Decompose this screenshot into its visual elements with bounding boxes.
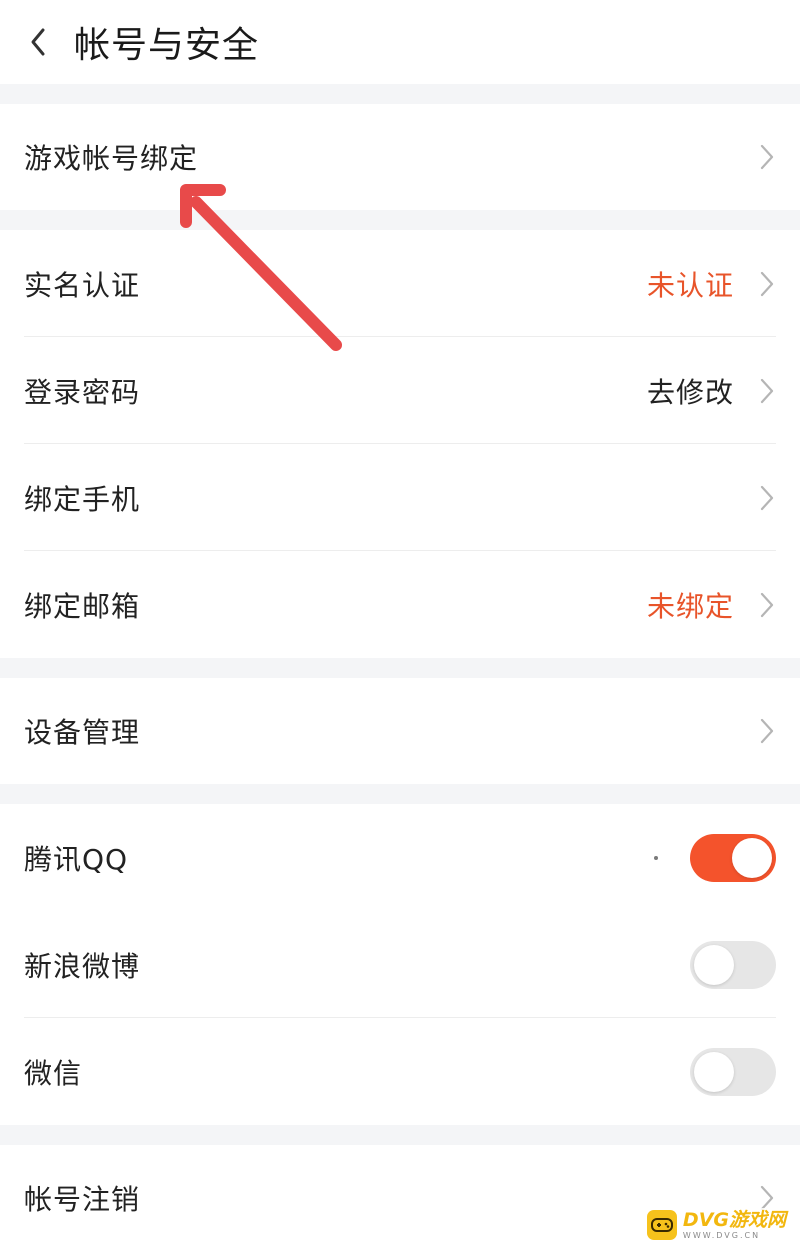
security-group: 实名认证 未认证 登录密码 去修改 绑定手机 绑定邮箱 未绑定 [0, 230, 800, 658]
chevron-right-icon [758, 376, 776, 406]
bind-phone-label: 绑定手机 [24, 482, 141, 516]
account-security-page: 帐号与安全 游戏帐号绑定 实名认证 未认证 登录密码 去修改 绑定手机 绑定邮箱… [0, 0, 800, 1252]
gamepad-icon [646, 1210, 677, 1240]
back-button[interactable] [22, 22, 54, 62]
top-bar: 帐号与安全 [0, 0, 800, 84]
watermark: DVG游戏网 WWW.DVG.CN [640, 1208, 792, 1242]
toggle-knob [694, 944, 734, 985]
bind-email-status: 未绑定 [646, 589, 734, 623]
qq-binding-row: 腾讯QQ [0, 804, 800, 911]
device-management-label: 设备管理 [24, 716, 141, 749]
realname-verify-row[interactable]: 实名认证 未认证 [0, 230, 800, 337]
game-account-binding-label: 游戏帐号绑定 [24, 142, 199, 175]
realname-status: 未认证 [646, 268, 734, 302]
page-title: 帐号与安全 [74, 25, 260, 66]
watermark-sub: WWW.DVG.CN [682, 1230, 761, 1240]
section-gap [0, 784, 800, 804]
weibo-toggle[interactable] [690, 940, 776, 989]
login-password-action: 去修改 [646, 375, 734, 409]
watermark-text: DVG游戏网 WWW.DVG.CN [682, 1208, 786, 1240]
chevron-right-icon [758, 590, 776, 620]
chevron-left-icon [31, 28, 45, 56]
login-password-row[interactable]: 登录密码 去修改 [0, 337, 800, 444]
chevron-right-icon [758, 716, 776, 746]
device-group: 设备管理 [0, 678, 800, 784]
game-binding-group: 游戏帐号绑定 [0, 104, 800, 210]
bind-email-label: 绑定邮箱 [24, 589, 141, 623]
dot-indicator [654, 855, 658, 860]
social-group: 腾讯QQ 新浪微博 微信 [0, 804, 800, 1125]
bind-phone-row[interactable]: 绑定手机 [0, 444, 800, 551]
wechat-label: 微信 [24, 1056, 83, 1090]
game-account-binding-row[interactable]: 游戏帐号绑定 [0, 104, 800, 210]
bind-email-row[interactable]: 绑定邮箱 未绑定 [0, 551, 800, 658]
section-gap [0, 658, 800, 678]
qq-toggle[interactable] [690, 833, 776, 882]
weibo-label: 新浪微博 [24, 949, 141, 983]
wechat-toggle[interactable] [690, 1047, 776, 1096]
qq-label: 腾讯QQ [24, 842, 129, 876]
section-gap [0, 1125, 800, 1145]
watermark-main: DVG游戏网 [682, 1208, 786, 1231]
device-management-row[interactable]: 设备管理 [0, 678, 800, 784]
section-gap [0, 210, 800, 230]
wechat-binding-row: 微信 [0, 1018, 800, 1125]
section-gap [0, 84, 800, 104]
chevron-right-icon [758, 142, 776, 172]
weibo-binding-row: 新浪微博 [0, 911, 800, 1018]
toggle-knob [732, 837, 772, 878]
realname-verify-label: 实名认证 [24, 268, 141, 302]
chevron-right-icon [758, 269, 776, 299]
toggle-knob [694, 1051, 734, 1092]
chevron-right-icon [758, 483, 776, 513]
login-password-label: 登录密码 [24, 375, 141, 409]
